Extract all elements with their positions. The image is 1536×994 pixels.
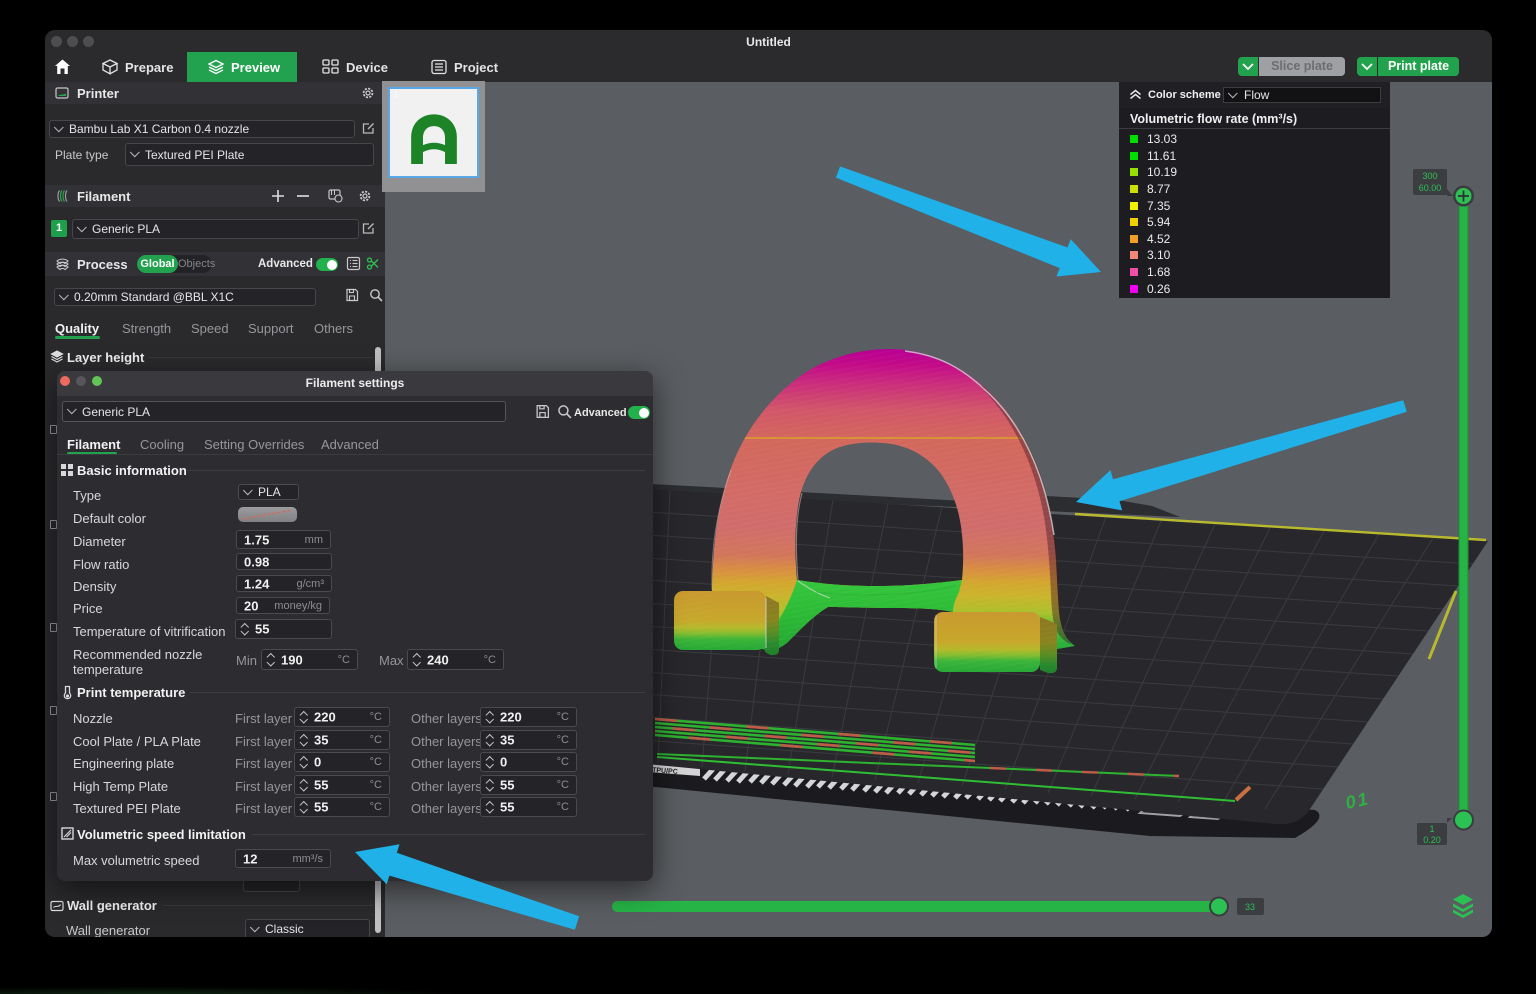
svg-text:33: 33 (1245, 902, 1255, 912)
svg-text:300: 300 (1422, 171, 1437, 181)
svg-text:0.20: 0.20 (1423, 835, 1441, 845)
svg-text:60.00: 60.00 (1419, 183, 1442, 193)
svg-text:1: 1 (1429, 824, 1434, 834)
